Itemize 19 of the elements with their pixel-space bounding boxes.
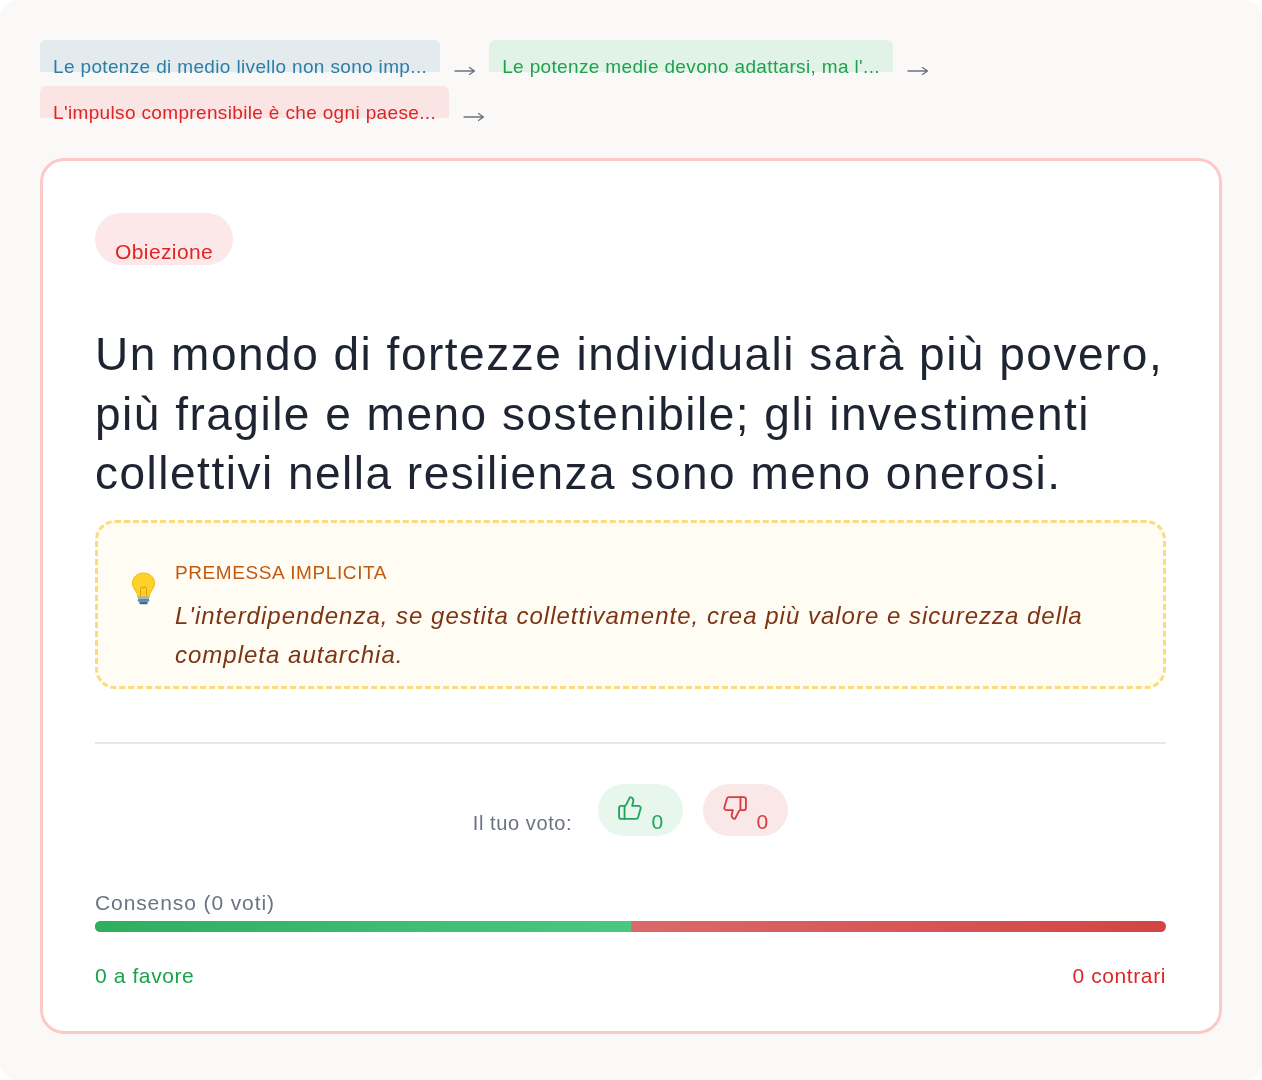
claim-text: Un mondo di fortezze individuali sarà più povero, più fragile e meno sostenibile; gli investimenti collettivi nella resilienza sono meno onerosi.	[95, 327, 1165, 501]
votes-against-text: 0 contrari	[1072, 963, 1166, 988]
breadcrumb-link[interactable]: Le potenze di medio livello non sono imp...	[40, 40, 441, 80]
thumbs-up-icon	[618, 795, 643, 820]
vote-label: Il tuo voto:	[472, 810, 573, 835]
upvote-button[interactable]: 0	[598, 783, 684, 836]
votes-for-text: 0 a favore	[95, 963, 195, 988]
arrow-right-icon	[454, 66, 477, 76]
lightbulb-icon	[130, 571, 157, 605]
premise-label: PREMESSA IMPLICITA	[175, 561, 389, 584]
premise-text: L'interdipendenza, se gestita collettivamente, crea più valore e sicurezza della completa autarchia.	[175, 600, 1084, 670]
arrow-right-icon	[906, 66, 929, 76]
breadcrumb-link[interactable]: L'impulso comprensibile è che ogni paese...	[40, 86, 450, 126]
type-badge: Obiezione	[95, 213, 234, 265]
downvote-button[interactable]: 0	[703, 783, 789, 836]
breadcrumb-link[interactable]: Le potenze medie devono adattarsi, ma l'...	[489, 40, 893, 80]
consensus-label: Consenso (0 voti)	[95, 890, 276, 915]
arrow-right-icon	[463, 112, 486, 122]
thumbs-down-icon	[723, 795, 748, 820]
